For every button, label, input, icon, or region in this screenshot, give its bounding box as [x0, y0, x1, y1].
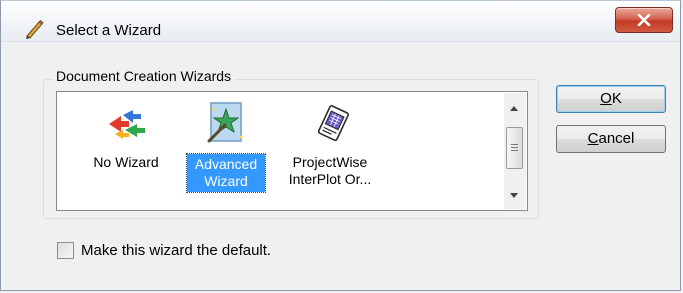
- scroll-thumb[interactable]: [506, 127, 523, 169]
- plot-document-icon: [317, 105, 349, 142]
- grip-line: [511, 147, 518, 148]
- pencil-icon: [26, 19, 44, 39]
- dialog-window: Select a Wizard Document Creation Wizard…: [0, 0, 681, 291]
- star-wand-icon: [207, 102, 243, 143]
- cancel-accelerator: C: [587, 130, 599, 147]
- default-checkbox-label[interactable]: Make this wizard the default.: [81, 242, 271, 259]
- item-label-selected: Advanced Wizard: [186, 153, 266, 193]
- default-checkbox[interactable]: [57, 242, 74, 259]
- ok-button[interactable]: OK: [556, 85, 666, 113]
- cancel-button[interactable]: Cancel: [556, 125, 666, 153]
- grip-line: [511, 144, 518, 145]
- ok-label: K: [611, 90, 622, 107]
- grip-line: [511, 150, 518, 151]
- window-title: Select a Wizard: [56, 22, 162, 39]
- list-item-no-wizard[interactable]: No Wizard: [71, 98, 181, 198]
- title-bar[interactable]: Select a Wizard: [1, 1, 680, 42]
- scroll-down-icon[interactable]: [510, 193, 518, 198]
- puzzle-arrows-icon: [109, 110, 145, 139]
- close-icon: [637, 14, 651, 26]
- scroll-up-icon[interactable]: [510, 106, 518, 111]
- item-label: No Wizard: [93, 154, 159, 170]
- group-legend: Document Creation Wizards: [53, 68, 235, 84]
- vertical-scrollbar[interactable]: [504, 93, 526, 209]
- list-item-advanced-wizard[interactable]: Advanced Wizard: [181, 98, 271, 198]
- close-button[interactable]: [615, 7, 673, 33]
- cancel-label: ancel: [598, 130, 635, 147]
- wizard-list[interactable]: No Wizard Advanced Wizard ProjectWise In…: [56, 91, 528, 211]
- item-label: ProjectWise InterPlot Or...: [288, 154, 372, 187]
- ok-accelerator: O: [600, 90, 612, 107]
- list-item-projectwise-interplot[interactable]: ProjectWise InterPlot Or...: [275, 98, 385, 198]
